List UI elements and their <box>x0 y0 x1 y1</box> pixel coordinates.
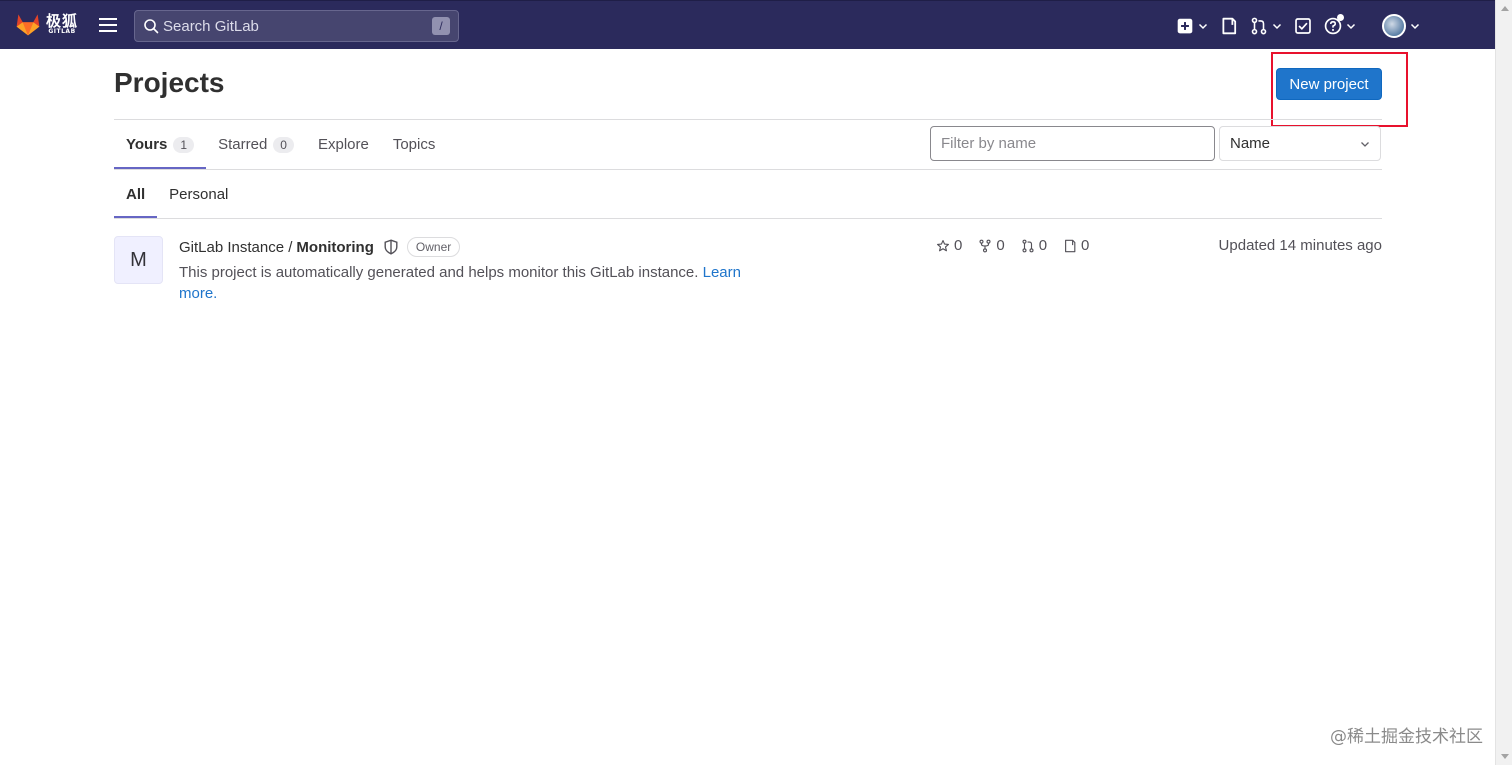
project-subtabs: All Personal <box>114 170 240 219</box>
logo-text-en: GITLAB <box>48 27 76 35</box>
merge-requests-value: 0 <box>1038 237 1048 254</box>
todo-icon <box>1295 18 1311 34</box>
plus-square-icon <box>1177 18 1193 34</box>
fork-icon <box>979 239 991 252</box>
tab-starred[interactable]: Starred 0 <box>206 120 306 169</box>
project-name: Monitoring <box>296 238 374 256</box>
forks-value: 0 <box>996 237 1005 254</box>
stars-count[interactable]: 0 <box>936 237 962 254</box>
tab-count-badge: 1 <box>173 136 195 153</box>
project-title-link[interactable]: GitLab Instance / Monitoring Owner <box>179 237 461 257</box>
navbar-actions <box>1170 11 1426 41</box>
vertical-scrollbar[interactable] <box>1495 0 1512 765</box>
filter-by-name-input[interactable] <box>930 126 1215 161</box>
chevron-down-icon <box>1410 23 1420 30</box>
tab-label: Starred <box>218 136 268 153</box>
divider <box>114 218 1382 219</box>
search-icon <box>144 19 159 34</box>
search-input[interactable] <box>163 17 413 35</box>
merge-request-icon <box>1022 239 1034 252</box>
hamburger-menu-icon[interactable] <box>96 14 120 36</box>
merge-request-icon <box>1251 17 1267 35</box>
help-dropdown[interactable] <box>1318 11 1362 41</box>
watermark-text: @稀土掘金技术社区 <box>1330 727 1483 747</box>
sort-dropdown-label: Name <box>1230 135 1271 152</box>
project-description-text: This project is automatically generated … <box>179 264 699 281</box>
stars-value: 0 <box>954 237 963 254</box>
user-avatar <box>1382 14 1406 38</box>
tab-explore[interactable]: Explore <box>306 120 381 169</box>
subtab-all[interactable]: All <box>114 170 158 218</box>
merge-requests-count[interactable]: 0 <box>1021 237 1047 254</box>
project-description: This project is automatically generated … <box>179 262 764 304</box>
project-tabs: Yours 1 Starred 0 Explore Topics <box>114 120 447 169</box>
highlight-box <box>1271 52 1408 127</box>
logo-text-cn: 极狐 <box>46 11 79 30</box>
divider <box>114 169 1382 170</box>
tab-topics[interactable]: Topics <box>381 120 448 169</box>
project-list-item: M GitLab Instance / Monitoring Owner Thi… <box>114 236 1382 316</box>
gitlab-logo[interactable]: 极狐 GITLAB <box>14 10 78 38</box>
todos-button[interactable] <box>1288 11 1318 41</box>
role-badge: Owner <box>406 237 461 257</box>
tab-count-badge: 0 <box>273 136 294 153</box>
logo-text: 极狐 GITLAB <box>46 11 79 35</box>
chevron-down-icon <box>1198 23 1208 30</box>
page-title: Projects <box>114 67 225 98</box>
project-namespace: GitLab Instance / <box>179 238 293 256</box>
merge-requests-dropdown[interactable] <box>1244 11 1288 41</box>
tab-label: Explore <box>317 136 369 153</box>
project-avatar[interactable]: M <box>114 236 163 284</box>
scroll-up-arrow-icon[interactable] <box>1501 6 1509 11</box>
chevron-down-icon <box>1361 142 1369 147</box>
subtab-personal[interactable]: Personal <box>157 170 240 218</box>
issues-icon <box>1222 17 1237 35</box>
top-navbar: 极狐 GITLAB / <box>0 0 1495 49</box>
tab-label: Yours <box>126 136 168 153</box>
project-stats: 0 0 0 0 <box>936 237 1105 254</box>
sort-dropdown[interactable]: Name <box>1219 126 1381 161</box>
user-menu-dropdown[interactable] <box>1376 11 1426 41</box>
notification-dot <box>1337 14 1344 21</box>
chevron-down-icon <box>1272 23 1282 30</box>
issues-value: 0 <box>1081 237 1090 254</box>
forks-count[interactable]: 0 <box>978 237 1005 254</box>
create-new-dropdown[interactable] <box>1170 11 1214 41</box>
shield-icon <box>384 239 398 255</box>
issues-icon <box>1065 239 1076 252</box>
search-shortcut-key: / <box>432 17 450 35</box>
tanuki-logo-icon <box>16 14 40 36</box>
tab-label: Topics <box>392 136 436 153</box>
chevron-down-icon <box>1346 23 1356 30</box>
tab-yours[interactable]: Yours 1 <box>114 120 207 169</box>
star-icon <box>937 239 949 251</box>
search-bar[interactable]: / <box>134 10 459 42</box>
issues-count[interactable]: 0 <box>1063 237 1089 254</box>
updated-timestamp: Updated 14 minutes ago <box>1218 237 1382 254</box>
scroll-down-arrow-icon[interactable] <box>1501 754 1509 759</box>
issues-button[interactable] <box>1214 11 1244 41</box>
